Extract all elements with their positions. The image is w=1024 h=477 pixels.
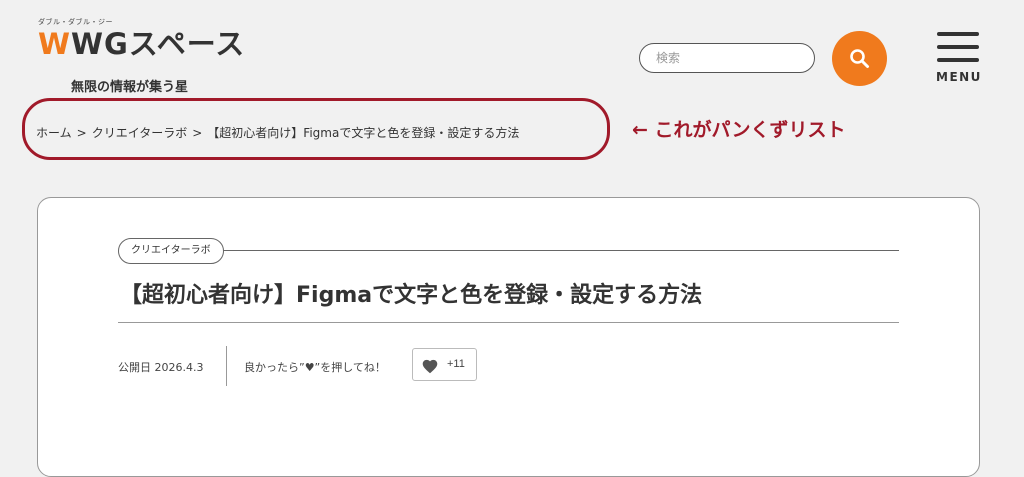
breadcrumb-annotation: ← これがパンくずリスト — [632, 119, 846, 141]
breadcrumb: ホーム > クリエイターラボ > 【超初心者向け】Figmaで文字と色を登録・設定する方… — [36, 124, 519, 142]
logo-accent-letter: W — [38, 27, 71, 61]
breadcrumb-separator: > — [76, 126, 87, 140]
like-button[interactable]: +11 — [412, 348, 477, 381]
logo-text-rest: WGスペース — [71, 27, 246, 61]
meta-divider — [226, 346, 227, 386]
category-divider — [124, 250, 899, 251]
heart-icon — [422, 359, 438, 374]
search-button[interactable] — [832, 31, 887, 86]
hamburger-bar — [937, 58, 979, 62]
search-input[interactable] — [639, 43, 815, 73]
article-title: 【超初心者向け】Figmaで文字と色を登録・設定する方法 — [120, 283, 703, 308]
breadcrumb-item-home[interactable]: ホーム — [36, 126, 72, 140]
title-divider — [118, 322, 899, 323]
published-date: 公開日 2026.4.3 — [118, 361, 204, 374]
menu-button[interactable]: MENU — [936, 32, 980, 88]
hamburger-bar — [937, 45, 979, 49]
breadcrumb-separator: > — [192, 126, 203, 140]
like-prompt: 良かったら”♥”を押してね！ — [244, 361, 386, 374]
breadcrumb-item-current: 【超初心者向け】Figmaで文字と色を登録・設定する方法 — [207, 126, 520, 140]
site-tagline: 無限の情報が集う星 — [71, 80, 189, 95]
category-tag[interactable]: クリエイターラボ — [118, 238, 224, 264]
logo-text: WWGスペース — [38, 27, 245, 61]
breadcrumb-item-category[interactable]: クリエイターラボ — [92, 126, 188, 140]
logo-kana: ダブル・ダブル・ジー — [38, 18, 113, 26]
menu-label: MENU — [936, 70, 982, 84]
site-logo[interactable]: ダブル・ダブル・ジー WWGスペース 無限の情報が集う星 — [38, 18, 245, 95]
hamburger-bar — [937, 32, 979, 36]
like-count: +11 — [447, 358, 465, 370]
search-icon — [850, 49, 869, 68]
